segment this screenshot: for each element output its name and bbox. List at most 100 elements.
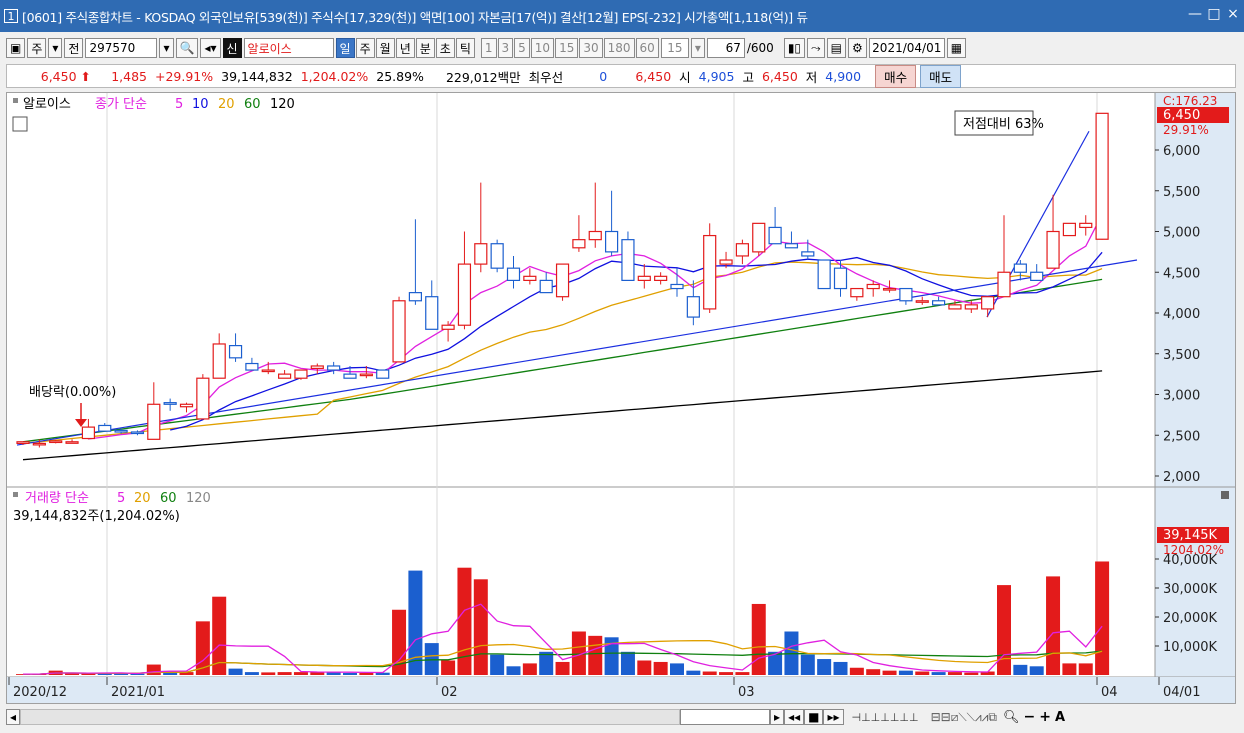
stock-code-input[interactable]: 297570 bbox=[85, 38, 158, 58]
interval-select[interactable]: 15 bbox=[660, 38, 689, 58]
period-tab-2[interactable]: 월 bbox=[375, 38, 395, 58]
candle-type-icon[interactable]: ▮▯ bbox=[783, 38, 806, 58]
fast-forward-icon[interactable]: ▸▸ bbox=[823, 709, 844, 725]
market-tab[interactable]: 주 bbox=[27, 38, 47, 58]
all-button[interactable]: 전 bbox=[64, 38, 84, 58]
zoom-icon[interactable]: 🔍︎ bbox=[1003, 710, 1020, 725]
candle-body bbox=[882, 287, 897, 291]
count-input[interactable]: 67 bbox=[706, 38, 745, 58]
volume-bar bbox=[1013, 664, 1028, 675]
period-tab-1[interactable]: 주 bbox=[355, 38, 375, 58]
interval-button-180[interactable]: 180 bbox=[603, 38, 635, 58]
period-tab-0[interactable]: 일 bbox=[335, 38, 355, 58]
period-tab-5[interactable]: 초 bbox=[435, 38, 455, 58]
price-tick-label: 2,500 bbox=[1163, 429, 1200, 444]
volume-bar bbox=[997, 585, 1011, 675]
sell-button[interactable]: 매도 bbox=[920, 64, 962, 88]
low-price: 4,900 bbox=[825, 68, 862, 84]
price-legend-ma: 20 bbox=[218, 97, 235, 112]
volume-bar bbox=[866, 669, 881, 675]
drawing-tools-icon[interactable]: ⊟⊟⧄⟍⟍⩘⩘⧉ bbox=[931, 710, 997, 725]
candle-body bbox=[621, 239, 635, 281]
candle-body bbox=[784, 243, 799, 249]
candle-body bbox=[1079, 222, 1093, 229]
price-legend-ma: 60 bbox=[244, 97, 261, 112]
price-tick-label: 4,000 bbox=[1163, 307, 1200, 322]
ma-10-line bbox=[170, 251, 1103, 431]
candle-body bbox=[801, 251, 815, 257]
candle-body bbox=[490, 243, 504, 269]
gear-icon[interactable]: ⚙ bbox=[847, 38, 867, 58]
top-label: C:176.23 bbox=[1163, 94, 1217, 108]
volume-legend-ma: 20 bbox=[134, 491, 151, 506]
turnover-rate: 25.89% bbox=[376, 68, 424, 84]
period-tab-4[interactable]: 분 bbox=[415, 38, 435, 58]
stock-chart-svg[interactable]: 6,000 5,500 5,000 4,500 4,000 3,500 3,000 2,500… bbox=[7, 93, 1235, 703]
candle-body bbox=[1046, 230, 1060, 269]
candle-body bbox=[16, 441, 30, 444]
volume-bar bbox=[817, 659, 832, 675]
interval-dropdown-icon[interactable]: ▾ bbox=[690, 38, 705, 58]
volume-bar bbox=[833, 661, 848, 675]
price-tick-label: 2,000 bbox=[1163, 470, 1200, 485]
volume-bar bbox=[686, 670, 701, 675]
scroll-thumb[interactable] bbox=[680, 709, 771, 725]
search-icon[interactable]: 🔍 bbox=[175, 38, 199, 58]
font-size-icon[interactable]: A bbox=[1055, 710, 1065, 725]
close-icon[interactable]: × bbox=[1226, 6, 1240, 22]
ma-120-line bbox=[22, 370, 1103, 461]
candle-body bbox=[81, 426, 96, 440]
market-dropdown-icon[interactable]: ▾ bbox=[48, 38, 63, 58]
period-tab-6[interactable]: 틱 bbox=[455, 38, 475, 58]
candle-body bbox=[588, 230, 602, 241]
code-dropdown-icon[interactable]: ▾ bbox=[159, 38, 174, 58]
low-label: 저 bbox=[805, 69, 818, 85]
stop-icon[interactable]: ■ bbox=[804, 709, 824, 725]
best-bid-qty: 0 bbox=[599, 68, 608, 84]
volume-bar bbox=[261, 672, 276, 675]
maximize-icon[interactable]: □ bbox=[1207, 6, 1221, 22]
price-tick-label: 4,500 bbox=[1163, 266, 1200, 281]
candle-body bbox=[539, 279, 553, 294]
volume-bar bbox=[539, 651, 554, 675]
stock-name-field[interactable]: 알로이스 bbox=[243, 38, 334, 58]
price-legend-stock: 알로이스 bbox=[23, 97, 71, 112]
interval-button-30[interactable]: 30 bbox=[579, 38, 603, 58]
candle-body bbox=[457, 263, 472, 326]
zoom-out-icon[interactable]: − bbox=[1024, 709, 1036, 725]
interval-button-1[interactable]: 1 bbox=[480, 38, 497, 58]
candle-body bbox=[654, 275, 668, 281]
speaker-icon[interactable]: ◂▾ bbox=[200, 38, 221, 58]
scroll-track[interactable] bbox=[20, 709, 681, 725]
volume-bar bbox=[326, 672, 341, 675]
candle-body bbox=[703, 234, 717, 310]
window-tab-number[interactable]: 1 bbox=[4, 9, 18, 23]
interval-button-60[interactable]: 60 bbox=[635, 38, 659, 58]
volume-bar bbox=[424, 643, 439, 675]
interval-button-10[interactable]: 10 bbox=[530, 38, 555, 58]
volume-tag-pct: 1204.02% bbox=[1163, 543, 1224, 557]
volume-pct: 1,204.02% bbox=[300, 68, 369, 84]
period-tab-3[interactable]: 년 bbox=[395, 38, 415, 58]
candle-body bbox=[866, 283, 880, 290]
zoom-slider[interactable]: ⊣⊥⊥⊥⊥⊥⊥ bbox=[852, 711, 919, 724]
buy-button[interactable]: 매수 bbox=[875, 64, 917, 88]
date-input[interactable]: 2021/04/01 bbox=[868, 38, 945, 58]
interval-button-15[interactable]: 15 bbox=[555, 38, 579, 58]
scroll-left-icon[interactable]: ◂ bbox=[6, 709, 21, 725]
minimize-icon[interactable]: — bbox=[1188, 6, 1202, 22]
calendar-icon[interactable]: ▦ bbox=[946, 38, 967, 58]
layout-icon[interactable]: ▣ bbox=[6, 38, 26, 58]
rewind-icon[interactable]: ◂◂ bbox=[784, 709, 805, 725]
zoom-in-icon[interactable]: + bbox=[1039, 709, 1051, 725]
candle-body bbox=[964, 304, 978, 310]
price-change-pct: +29.91% bbox=[155, 68, 214, 84]
xaxis-label: 2020/12 bbox=[13, 685, 67, 700]
trend-icon[interactable]: ⤳ bbox=[807, 38, 825, 58]
step-forward-icon[interactable]: ▸ bbox=[770, 709, 785, 725]
interval-button-5[interactable]: 5 bbox=[514, 38, 530, 58]
current-price: 6,450 ⬆ bbox=[40, 68, 91, 84]
interval-button-3[interactable]: 3 bbox=[497, 38, 514, 58]
save-icon[interactable]: ▤ bbox=[826, 38, 846, 58]
chart-area[interactable]: 6,000 5,500 5,000 4,500 4,000 3,500 3,000 2,500… bbox=[6, 92, 1236, 704]
